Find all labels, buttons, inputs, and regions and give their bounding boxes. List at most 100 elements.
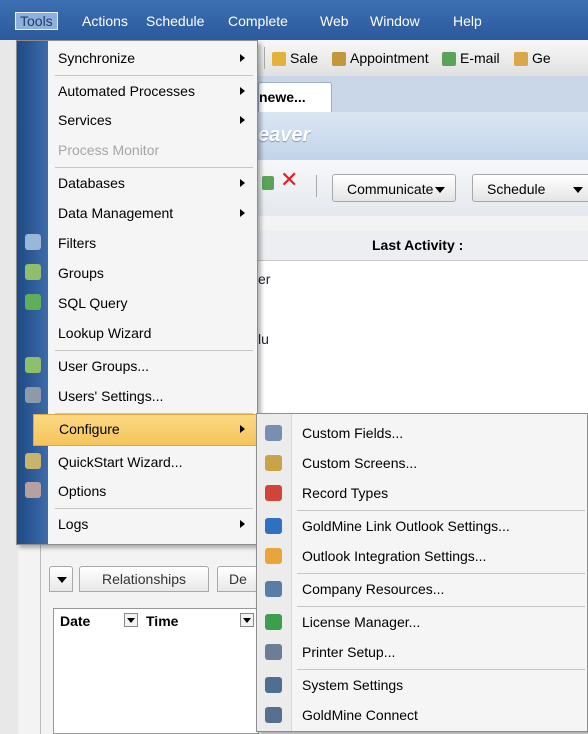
menu-bar: Tools Actions Schedule Complete Web Wind…: [0, 0, 588, 40]
menu-item-process-monitor: Process Monitor: [48, 135, 257, 165]
menu-complete[interactable]: Complete: [228, 13, 288, 29]
menu-item-label: Company Resources...: [302, 581, 445, 597]
schedule-button[interactable]: Schedule: [472, 174, 588, 202]
menu-item-outlook-integration-settings[interactable]: Outlook Integration Settings...: [291, 541, 587, 571]
outlook-integration-icon: [265, 548, 282, 564]
menu-item-label: Filters: [58, 235, 97, 251]
menu-item-groups[interactable]: Groups: [48, 258, 257, 288]
menu-schedule[interactable]: Schedule: [146, 13, 204, 29]
menu-tools[interactable]: Tools: [15, 12, 58, 30]
menu-item-label: Automated Processes: [58, 83, 195, 99]
panel-tab-strip: Relationships De: [41, 562, 259, 596]
chevron-right-icon: [240, 87, 245, 95]
menu-item-logs[interactable]: Logs: [48, 509, 257, 539]
menu-item-automated-processes[interactable]: Automated Processes: [48, 76, 257, 106]
menu-item-label: Custom Screens...: [302, 455, 418, 471]
lower-panel: Relationships De Date Time: [40, 540, 259, 734]
ge-button[interactable]: Ge: [532, 50, 551, 66]
appointment-button[interactable]: Appointment: [350, 50, 429, 66]
menu-item-custom-fields[interactable]: Custom Fields...: [291, 418, 587, 448]
chevron-down-icon: [435, 187, 445, 193]
menu-actions[interactable]: Actions: [82, 13, 128, 29]
date-filter-dropdown[interactable]: [124, 613, 138, 627]
tab-relationships[interactable]: Relationships: [79, 566, 209, 592]
grid-text-fragment: lu: [258, 331, 269, 347]
sale-button[interactable]: Sale: [290, 50, 318, 66]
menu-item-label: User Groups...: [58, 358, 150, 374]
license-manager-icon: [265, 614, 282, 630]
menu-item-company-resources[interactable]: Company Resources...: [291, 574, 587, 604]
menu-item-user-groups[interactable]: User Groups...: [48, 351, 257, 381]
menu-item-goldmine-connect[interactable]: GoldMine Connect: [291, 700, 587, 730]
chevron-right-icon: [240, 209, 245, 217]
record-tab-label: newe...: [259, 89, 306, 105]
menu-item-license-manager[interactable]: License Manager...: [291, 607, 587, 637]
goldmine-connect-icon: [265, 707, 282, 723]
menu-item-options[interactable]: Options: [48, 476, 257, 506]
chevron-right-icon: [240, 425, 245, 433]
menu-item-synchronize[interactable]: Synchronize: [48, 43, 257, 73]
menu-item-printer-setup[interactable]: Printer Setup...: [291, 637, 587, 667]
column-date[interactable]: Date: [60, 609, 90, 633]
users-settings-icon: [25, 387, 41, 403]
menu-item-users-settings[interactable]: Users' Settings...: [48, 381, 257, 411]
menu-item-lookup-wizard[interactable]: Lookup Wizard: [48, 318, 257, 348]
menu-item-label: QuickStart Wizard...: [58, 454, 183, 470]
toolbar-separator: [316, 175, 317, 197]
chevron-down-icon: [57, 577, 67, 583]
main-toolbar: Sale Appointment E-mail Ge: [258, 40, 588, 77]
chevron-down-icon: [573, 187, 583, 193]
email-button[interactable]: E-mail: [460, 50, 500, 66]
tab-details[interactable]: De: [217, 566, 259, 592]
menu-item-services[interactable]: Services: [48, 105, 257, 135]
chevron-right-icon: [240, 179, 245, 187]
menu-item-sql-query[interactable]: SQL Query: [48, 288, 257, 318]
last-activity-label: Last Activity :: [372, 237, 464, 253]
user-groups-icon: [25, 357, 41, 373]
groups-icon: [25, 264, 41, 280]
menu-item-databases[interactable]: Databases: [48, 168, 257, 198]
chevron-right-icon: [240, 520, 245, 528]
time-filter-dropdown[interactable]: [240, 613, 254, 627]
filter-icon: [25, 234, 41, 250]
sale-icon: [272, 52, 286, 66]
menu-item-configure[interactable]: Configure: [33, 414, 257, 446]
menu-item-label: Printer Setup...: [302, 644, 396, 660]
menu-item-label: Data Management: [58, 205, 174, 221]
menu-item-label: GoldMine Connect: [302, 707, 418, 723]
menu-item-record-types[interactable]: Record Types: [291, 478, 587, 508]
refresh-icon[interactable]: [262, 176, 274, 190]
menu-window[interactable]: Window: [370, 13, 420, 29]
custom-screens-icon: [265, 455, 282, 471]
menu-item-label: System Settings: [302, 677, 404, 693]
menu-item-label: Configure: [59, 421, 120, 437]
chevron-right-icon: [240, 116, 245, 124]
email-icon: [442, 52, 456, 66]
menu-item-goldmine-link-outlook-settings[interactable]: GoldMine Link Outlook Settings...: [291, 511, 587, 541]
tools-menu: Synchronize Automated Processes Services…: [16, 40, 258, 545]
menu-item-label: Record Types: [302, 485, 389, 501]
menu-item-custom-screens[interactable]: Custom Screens...: [291, 448, 587, 478]
menu-item-label: Databases: [58, 175, 125, 191]
menu-item-label: Custom Fields...: [302, 425, 404, 441]
menu-web[interactable]: Web: [320, 13, 349, 29]
company-resources-icon: [265, 581, 282, 597]
communicate-button[interactable]: Communicate: [332, 174, 456, 202]
menu-item-system-settings[interactable]: System Settings: [291, 670, 587, 700]
menu-item-filters[interactable]: Filters: [48, 228, 257, 258]
tab-list-dropdown[interactable]: [49, 566, 73, 592]
menu-item-label: Services: [58, 112, 112, 128]
delete-icon[interactable]: ✕: [280, 169, 298, 191]
communicate-label: Communicate: [347, 181, 434, 197]
menu-item-label: Options: [58, 483, 107, 499]
record-tab[interactable]: newe...: [258, 82, 332, 113]
menu-item-data-management[interactable]: Data Management: [48, 198, 257, 228]
menu-item-quickstart-wizard[interactable]: QuickStart Wizard...: [48, 447, 257, 477]
toolbar-separator: [264, 47, 265, 69]
menu-help[interactable]: Help: [453, 13, 482, 29]
menu-item-label: Synchronize: [58, 50, 136, 66]
options-icon: [25, 482, 41, 498]
column-time[interactable]: Time: [146, 609, 178, 633]
menu-item-label: Groups: [58, 265, 104, 281]
menu-item-label: Lookup Wizard: [58, 325, 152, 341]
